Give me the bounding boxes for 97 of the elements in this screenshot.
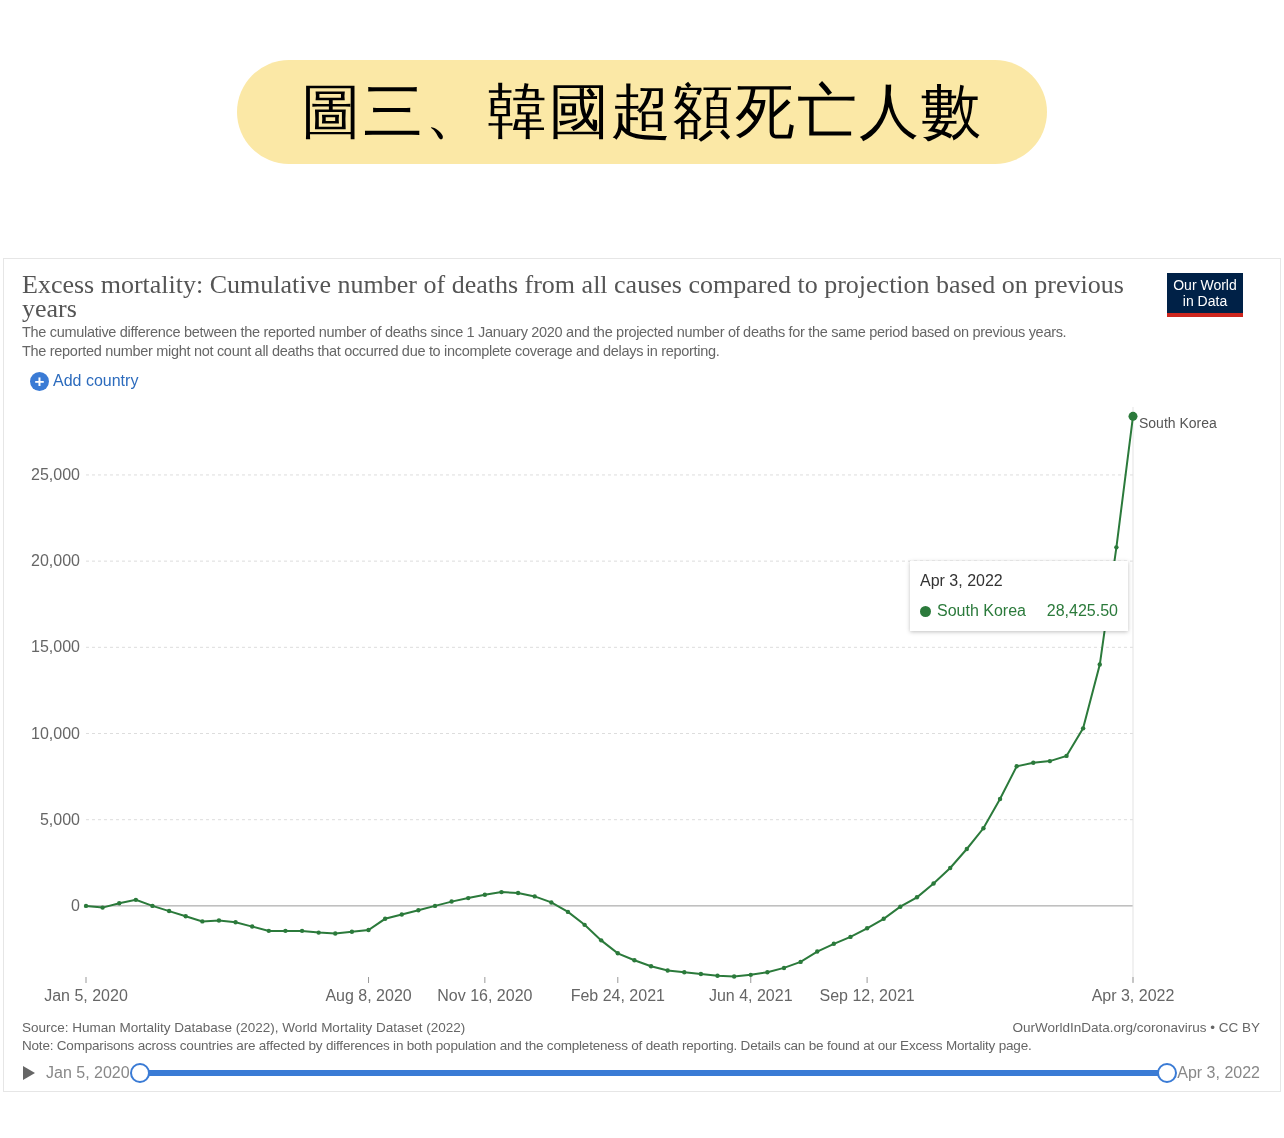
tooltip-series: South Korea xyxy=(937,601,1026,621)
data-point xyxy=(948,865,953,871)
plus-icon: + xyxy=(30,371,49,391)
data-point xyxy=(449,899,454,904)
data-point xyxy=(250,924,255,929)
data-point xyxy=(233,920,238,925)
data-point xyxy=(981,826,986,831)
data-point xyxy=(781,965,787,971)
data-point xyxy=(133,897,139,903)
chart-title: Excess mortality: Cumulative number of deaths from all causes compared to projection based on previous years xyxy=(22,273,1125,321)
source-text: Source: Human Mortality Database (2022), World Mortality Dataset (2022) xyxy=(22,1019,466,1037)
data-point xyxy=(150,903,155,909)
series-label: South Korea xyxy=(1139,415,1217,432)
data-point xyxy=(382,916,388,921)
data-point xyxy=(1114,545,1119,550)
data-point xyxy=(682,970,687,975)
data-point xyxy=(1014,764,1019,769)
end-point xyxy=(1128,411,1138,421)
data-point xyxy=(416,908,421,913)
x-tick-label: Nov 16, 2020 xyxy=(437,987,533,1004)
tooltip-value: 28,425.50 xyxy=(1046,601,1118,621)
data-point xyxy=(964,846,969,852)
data-point xyxy=(83,903,89,909)
data-point xyxy=(898,904,903,909)
x-tick-label: Feb 24, 2021 xyxy=(570,987,665,1004)
data-point xyxy=(299,928,305,934)
data-point xyxy=(166,908,172,914)
chart-subtitle: The reported number might not count all deaths that occurred due to incomplete coverage and delays in reporting. xyxy=(22,342,721,361)
data-point xyxy=(731,974,737,979)
data-point xyxy=(815,949,820,954)
data-point xyxy=(499,889,504,895)
data-point xyxy=(549,900,554,905)
y-tick-label: 25,000 xyxy=(31,465,80,483)
data-point xyxy=(831,941,837,946)
data-point xyxy=(931,881,936,886)
tooltip-date: Apr 3, 2022 xyxy=(920,571,1004,591)
data-point xyxy=(316,930,321,935)
y-tick-label: 10,000 xyxy=(31,724,80,742)
data-point xyxy=(599,938,604,943)
data-point xyxy=(881,916,886,921)
data-point xyxy=(482,892,488,897)
data-point xyxy=(1097,662,1102,667)
data-point xyxy=(632,958,637,963)
y-tick-label: 0 xyxy=(71,896,80,914)
data-point xyxy=(266,928,271,934)
data-point xyxy=(864,926,870,931)
data-point xyxy=(100,905,105,910)
logo-text: in Data xyxy=(1182,293,1228,309)
play-icon[interactable] xyxy=(22,1065,36,1081)
data-point xyxy=(1031,760,1036,765)
data-point xyxy=(432,903,438,909)
data-point xyxy=(698,971,704,977)
data-point xyxy=(333,931,338,936)
data-point xyxy=(765,970,770,975)
data-point xyxy=(798,959,803,965)
data-point xyxy=(366,927,371,933)
add-country-button[interactable]: + Add country xyxy=(22,369,139,393)
data-point xyxy=(283,928,288,934)
data-point xyxy=(349,929,355,934)
data-point xyxy=(117,901,122,906)
data-point xyxy=(648,964,654,969)
timeline-end-label: Apr 3, 2022 xyxy=(1177,1063,1260,1083)
data-point xyxy=(1080,726,1086,731)
banner-title: 圖三、韓國超額死亡人數 xyxy=(301,77,983,147)
note-text: Note: Comparisons across countries are affected by differences in both population and the completeness of death reporting. Details can be found at our Excess Mortality page. xyxy=(22,1037,1033,1055)
data-point xyxy=(183,914,188,919)
data-point xyxy=(665,968,670,973)
timeline-handle[interactable] xyxy=(129,1063,150,1083)
data-point xyxy=(399,912,404,917)
data-point xyxy=(1047,758,1053,764)
chart-subtitle: The cumulative difference between the reported number of deaths since 1 January 2020 and the projected number of deaths for the same period based on previous years. xyxy=(22,323,1068,342)
data-point xyxy=(1064,753,1069,759)
data-point xyxy=(200,919,205,924)
logo-text: Our World xyxy=(1173,277,1237,293)
x-tick-label: Aug 8, 2020 xyxy=(325,987,412,1004)
data-point xyxy=(565,909,571,915)
data-point xyxy=(848,934,853,940)
x-tick-label: Apr 3, 2022 xyxy=(1091,987,1175,1004)
y-tick-label: 20,000 xyxy=(31,552,80,570)
data-point xyxy=(216,918,222,923)
x-tick-label: Sep 12, 2021 xyxy=(819,987,915,1004)
source-link[interactable]: OurWorldInData.org/coronavirus • CC BY xyxy=(1012,1019,1260,1037)
data-point xyxy=(615,951,620,956)
data-point xyxy=(715,973,720,978)
data-point xyxy=(748,972,753,978)
data-point xyxy=(914,895,920,900)
data-point xyxy=(582,922,587,928)
timeline-handle[interactable] xyxy=(1157,1063,1178,1083)
y-tick-label: 5,000 xyxy=(39,810,80,828)
x-tick-label: Jan 5, 2020 xyxy=(44,987,128,1004)
data-point xyxy=(997,796,1003,802)
data-point xyxy=(515,890,521,896)
timeline-start-label: Jan 5, 2020 xyxy=(46,1063,130,1083)
data-point xyxy=(466,895,471,901)
y-tick-label: 15,000 xyxy=(31,638,80,656)
data-point xyxy=(532,894,537,899)
x-tick-label: Jun 4, 2021 xyxy=(708,987,793,1004)
